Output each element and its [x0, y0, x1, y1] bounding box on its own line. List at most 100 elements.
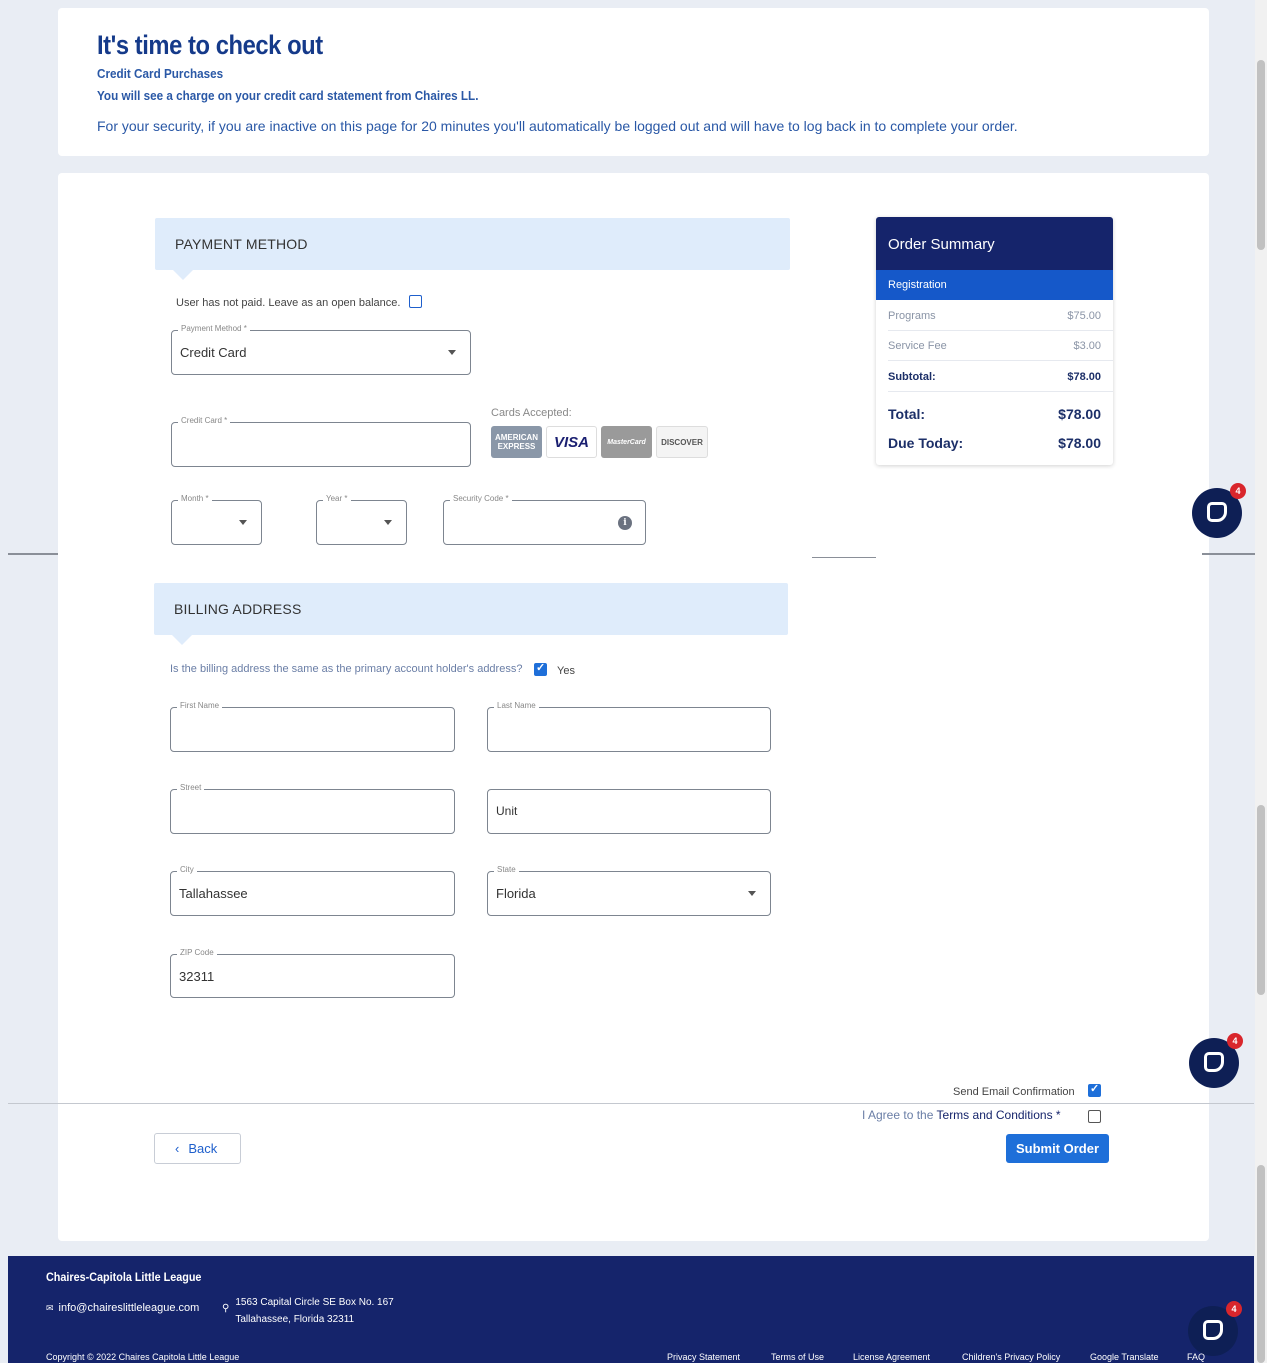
programs-row: Programs $75.00: [888, 310, 1101, 322]
total-label: Total:: [888, 406, 926, 422]
back-button[interactable]: ‹ Back: [154, 1133, 241, 1164]
scrollbar-thumb[interactable]: [1257, 805, 1265, 995]
payment-method-title: PAYMENT METHOD: [175, 236, 308, 252]
zip-code-value: 32311: [179, 969, 215, 984]
divider: [888, 330, 1113, 331]
service-fee-value: $3.00: [1073, 340, 1101, 352]
state-value: Florida: [496, 886, 536, 901]
divider: [812, 557, 876, 558]
open-balance-checkbox[interactable]: [409, 295, 422, 308]
footer-address: ⚲ 1563 Capital Circle SE Box No. 167 Tal…: [222, 1294, 394, 1328]
chat-icon: [1207, 502, 1227, 522]
scrollbar-thumb[interactable]: [1257, 60, 1265, 250]
street-input[interactable]: Street: [170, 783, 455, 834]
purchase-type-subtitle: Credit Card Purchases: [97, 66, 224, 81]
footer-address-line1: 1563 Capital Circle SE Box No. 167: [235, 1297, 394, 1308]
due-today-label: Due Today:: [888, 435, 964, 451]
scrollbar-thumb[interactable]: [1257, 1165, 1265, 1363]
state-select[interactable]: State Florida: [487, 865, 771, 916]
security-notice: For your security, if you are inactive o…: [97, 118, 1018, 134]
programs-label: Programs: [888, 310, 936, 322]
footer-link-privacy[interactable]: Privacy Statement: [667, 1352, 740, 1362]
security-code-label: Security Code *: [450, 494, 512, 503]
unit-input[interactable]: Unit: [487, 789, 771, 834]
amex-logo: AMERICAN EXPRESS: [491, 426, 542, 458]
chevron-down-icon: [448, 350, 456, 355]
page-scrollbar[interactable]: [1255, 0, 1267, 1363]
total-value: $78.00: [1058, 406, 1101, 422]
city-input[interactable]: City Tallahassee: [170, 865, 455, 916]
chevron-down-icon: [239, 520, 247, 525]
chat-launcher-button[interactable]: 4: [1188, 1301, 1242, 1356]
divider: [888, 391, 1113, 392]
footer-org-name: Chaires-Capitola Little League: [46, 1270, 202, 1284]
last-name-label: Last Name: [494, 701, 539, 710]
terms-checkbox[interactable]: [1088, 1110, 1101, 1123]
cards-accepted-label: Cards Accepted:: [491, 407, 572, 419]
back-label: Back: [188, 1141, 218, 1156]
subtotal-value: $78.00: [1067, 371, 1101, 383]
mastercard-logo: MasterCard: [601, 426, 652, 458]
unit-placeholder: Unit: [496, 804, 518, 818]
chat-icon: [1204, 1052, 1224, 1072]
billing-address-header: BILLING ADDRESS: [154, 583, 788, 645]
footer-copyright: Copyright © 2022 Chaires Capitola Little…: [46, 1352, 240, 1362]
payment-method-header: PAYMENT METHOD: [155, 218, 790, 280]
chat-badge: 4: [1226, 1301, 1242, 1317]
section-notch: [172, 635, 192, 645]
last-name-input[interactable]: Last Name: [487, 701, 771, 752]
send-email-label: Send Email Confirmation: [953, 1086, 1075, 1098]
month-select[interactable]: Month *: [171, 494, 262, 545]
open-balance-label: User has not paid. Leave as an open bala…: [176, 297, 401, 309]
payment-method-label: Payment Method *: [178, 324, 250, 333]
same-address-checkbox[interactable]: [534, 661, 547, 676]
subtotal-label: Subtotal:: [888, 371, 936, 383]
mastercard-text: MasterCard: [607, 438, 646, 446]
footer-link-terms[interactable]: Terms of Use: [771, 1352, 824, 1362]
due-today-row: Due Today: $78.00: [888, 435, 1101, 451]
chevron-left-icon: ‹: [175, 1141, 180, 1156]
year-select[interactable]: Year *: [316, 494, 407, 545]
footer-link-childrens-privacy[interactable]: Children's Privacy Policy: [962, 1352, 1060, 1362]
terms-prefix: I Agree to the: [862, 1108, 937, 1122]
info-icon[interactable]: i: [618, 516, 632, 530]
programs-value: $75.00: [1067, 310, 1101, 322]
same-address-question: Is the billing address the same as the p…: [170, 663, 523, 675]
terms-link[interactable]: Terms and Conditions: [937, 1108, 1053, 1122]
footer-email[interactable]: ✉ info@chaireslittleleague.com: [46, 1302, 199, 1314]
footer-link-license[interactable]: License Agreement: [853, 1352, 930, 1362]
subtotal-row: Subtotal: $78.00: [888, 371, 1101, 383]
submit-order-button[interactable]: Submit Order: [1006, 1134, 1109, 1163]
first-name-label: First Name: [177, 701, 223, 710]
payment-method-select[interactable]: Payment Method * Credit Card: [171, 324, 471, 375]
first-name-input[interactable]: First Name: [170, 701, 455, 752]
state-label: State: [494, 865, 519, 874]
total-row: Total: $78.00: [888, 406, 1101, 422]
city-value: Tallahassee: [179, 886, 248, 901]
street-label: Street: [177, 783, 205, 792]
service-fee-label: Service Fee: [888, 340, 947, 352]
same-address-answer: Yes: [557, 665, 575, 677]
chat-launcher-button[interactable]: 4: [1189, 1033, 1243, 1088]
footer-email-text: info@chaireslittleleague.com: [58, 1302, 200, 1314]
send-email-checkbox[interactable]: [1088, 1082, 1101, 1097]
month-label: Month *: [178, 494, 212, 503]
security-code-input[interactable]: Security Code * i: [443, 494, 646, 545]
order-summary-title: Order Summary: [876, 217, 1113, 270]
zip-code-label: ZIP Code: [177, 948, 217, 957]
discover-text: DISCOVER: [661, 437, 703, 447]
discover-logo: DISCOVER: [656, 426, 708, 458]
divider: [8, 1103, 1254, 1104]
footer-link-translate[interactable]: Google Translate: [1090, 1352, 1159, 1362]
checkout-header: It's time to check out Credit Card Purch…: [58, 8, 1209, 156]
zip-code-input[interactable]: ZIP Code 32311: [170, 948, 455, 998]
credit-card-input[interactable]: Credit Card *: [171, 416, 471, 467]
chat-launcher-button[interactable]: 4: [1192, 483, 1246, 538]
billing-address-title: BILLING ADDRESS: [174, 601, 302, 617]
visa-logo: VISA: [546, 426, 597, 458]
chat-badge: 4: [1230, 483, 1246, 499]
order-summary-category: Registration: [876, 270, 1113, 300]
chat-badge: 4: [1227, 1033, 1243, 1049]
payment-method-value: Credit Card: [180, 345, 247, 360]
chevron-down-icon: [384, 520, 392, 525]
